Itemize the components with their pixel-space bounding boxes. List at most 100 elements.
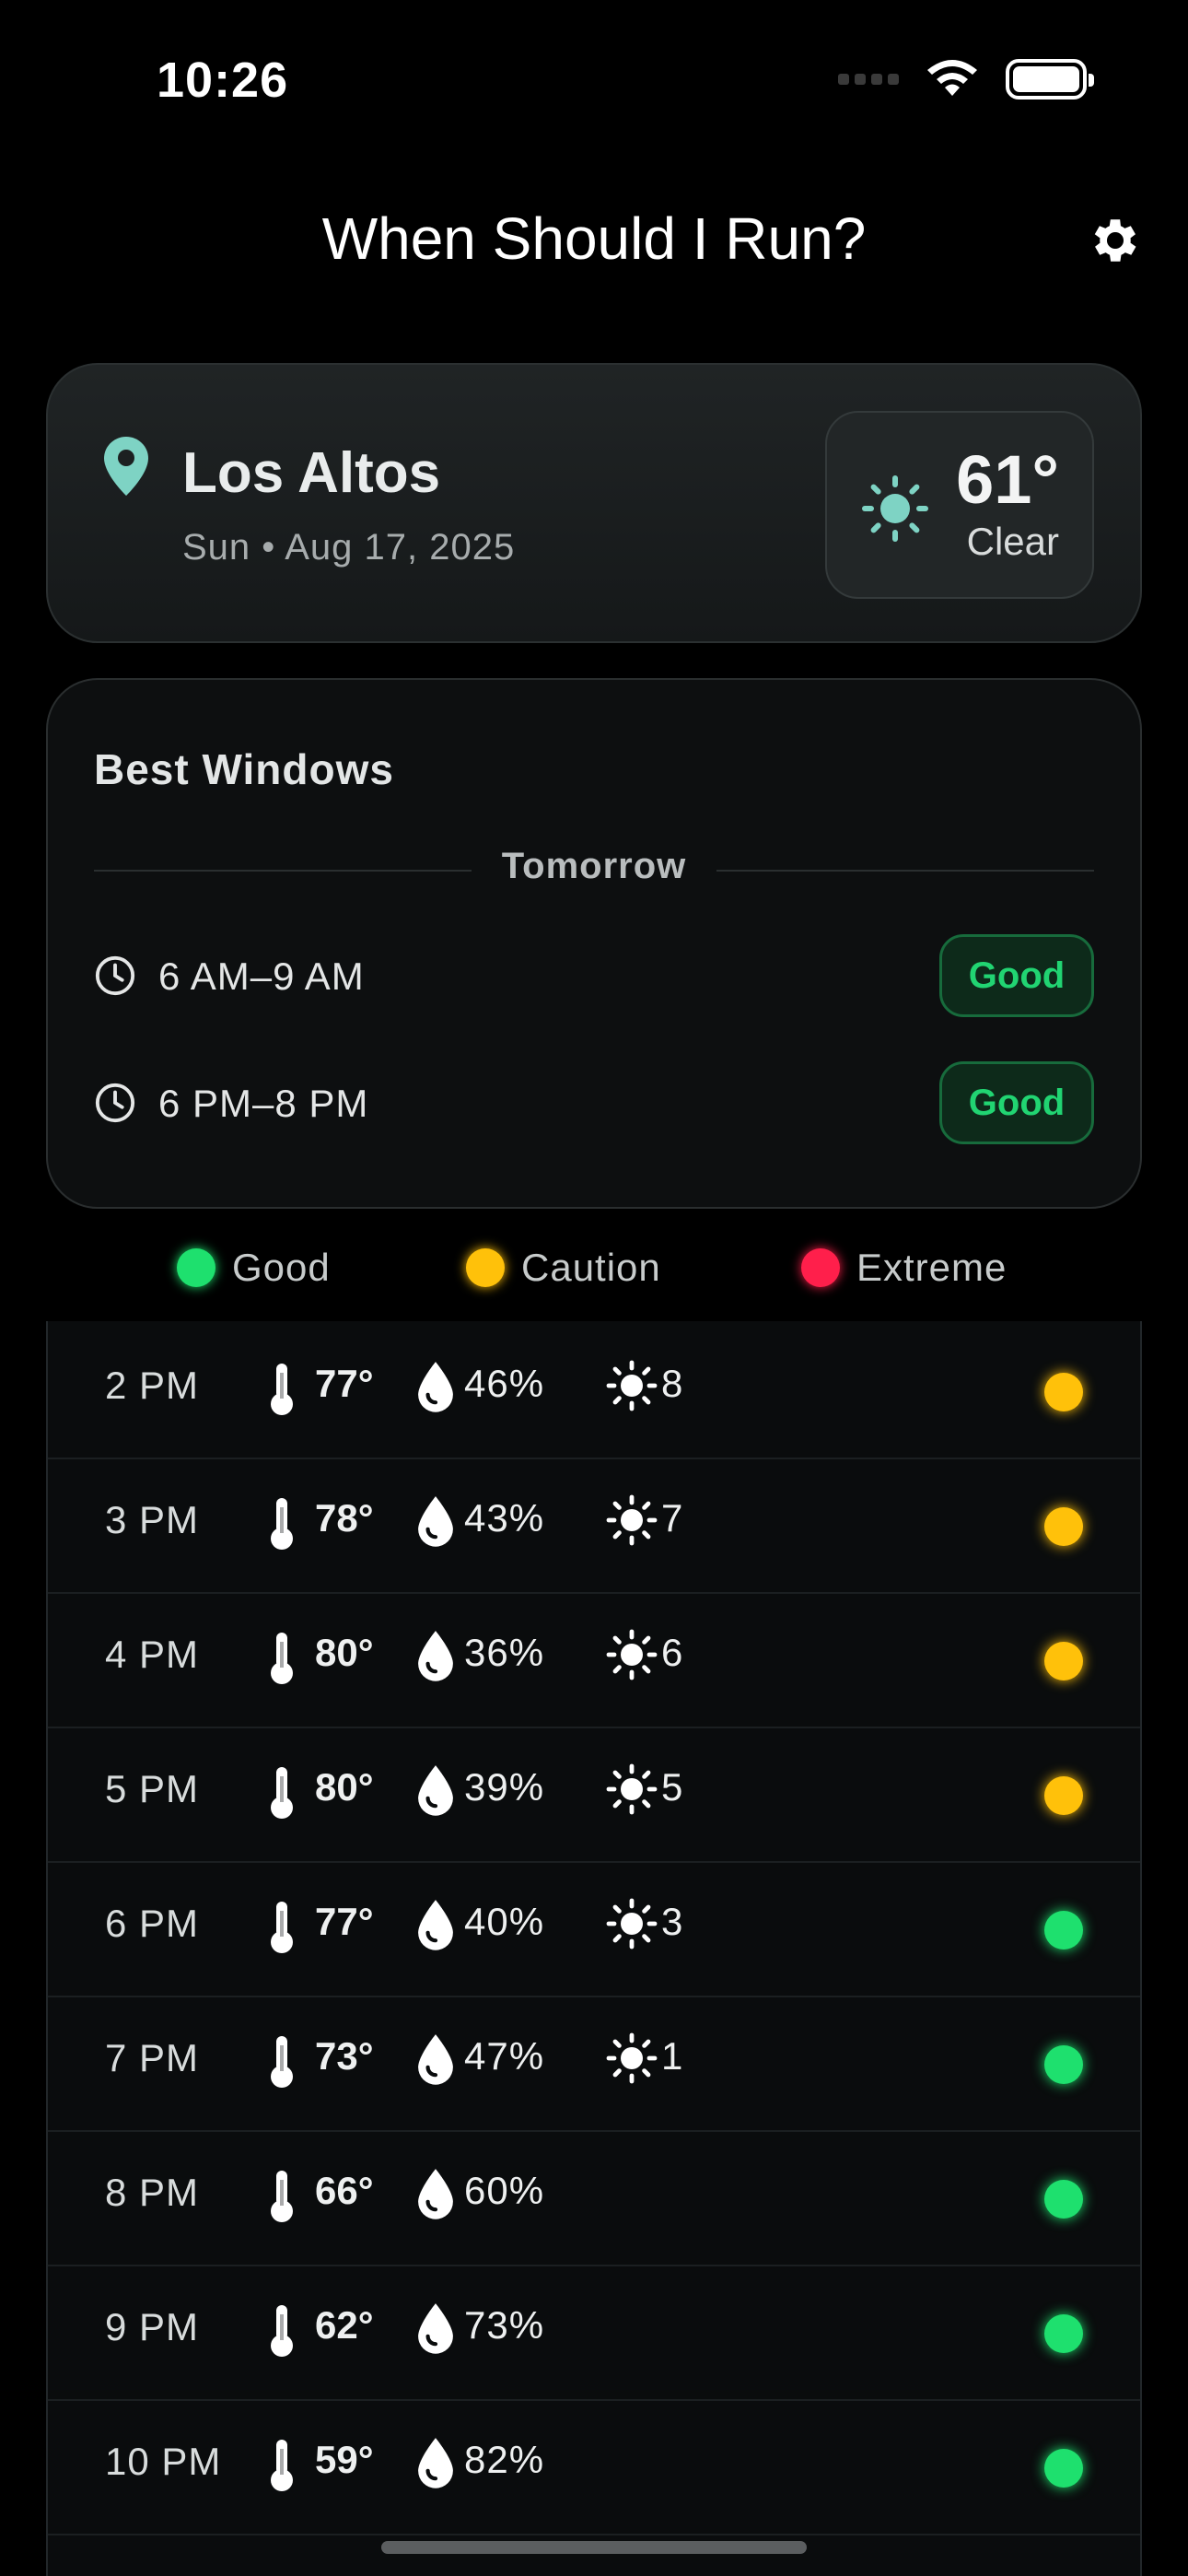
hour-row[interactable]: 3 PM 78° 43% 7 [48, 1459, 1140, 1594]
legend-label: Good [232, 1246, 331, 1289]
day-label: Tomorrow [501, 846, 687, 886]
location-pin-icon [104, 437, 148, 496]
status-dot [1044, 1911, 1083, 1950]
rating-badge: Good [939, 1061, 1094, 1144]
status-dot [1044, 1507, 1083, 1546]
hour-label: 10 PM [105, 2440, 222, 2483]
uv-sun-icon [606, 1629, 658, 1680]
humidity-drop-icon [416, 2301, 455, 2355]
legend: Good Caution Extreme [0, 1246, 1188, 1301]
hour-temperature: 62° [315, 2303, 374, 2347]
thermometer-icon [269, 1362, 295, 1415]
hour-label: 6 PM [105, 1902, 200, 1945]
hour-uv-index: 6 [661, 1631, 683, 1674]
location-name: Los Altos [182, 441, 441, 505]
home-indicator[interactable] [381, 2541, 807, 2554]
sun-icon [862, 475, 928, 542]
location-date: Sun • Aug 17, 2025 [182, 527, 516, 568]
status-icons [838, 59, 1094, 100]
hour-row[interactable]: 4 PM 80° 36% 6 [48, 1594, 1140, 1728]
uv-sun-icon [606, 1360, 658, 1411]
clock-icon [95, 955, 135, 996]
window-row[interactable]: 6 PM–8 PM Good [94, 1061, 1094, 1146]
window-row[interactable]: 6 AM–9 AM Good [94, 934, 1094, 1019]
hour-row[interactable]: 5 PM 80° 39% 5 [48, 1728, 1140, 1863]
status-dot [1044, 1776, 1083, 1815]
location-card[interactable]: Los Altos Sun • Aug 17, 2025 61° Clear [46, 363, 1142, 643]
hour-humidity: 40% [464, 1900, 545, 1943]
hour-temperature: 66° [315, 2169, 374, 2212]
hour-row[interactable]: 9 PM 62° 73% [48, 2266, 1140, 2401]
thermometer-icon [269, 1765, 295, 1819]
status-dot [1044, 1642, 1083, 1680]
status-dot [1044, 2314, 1083, 2353]
hour-humidity: 60% [464, 2169, 545, 2212]
uv-sun-icon [606, 1494, 658, 1546]
thermometer-icon [269, 1631, 295, 1684]
hour-humidity: 82% [464, 2438, 545, 2481]
thermometer-icon [269, 2169, 295, 2222]
hour-row[interactable]: 10 PM 59° 82% [48, 2401, 1140, 2535]
humidity-drop-icon [416, 2167, 455, 2220]
page-title: When Should I Run? [321, 205, 867, 272]
status-dot [1044, 2180, 1083, 2219]
humidity-drop-icon [416, 1763, 455, 1817]
hour-uv-index: 5 [661, 1765, 683, 1809]
status-dot [1044, 2449, 1083, 2488]
hour-humidity: 36% [464, 1631, 545, 1674]
thermometer-icon [269, 1900, 295, 1953]
legend-label: Caution [521, 1246, 661, 1289]
uv-sun-icon [606, 2032, 658, 2084]
hour-row[interactable]: 6 PM 77° 40% 3 [48, 1863, 1140, 1997]
hour-row[interactable]: 7 PM 73° 47% 1 [48, 1997, 1140, 2132]
legend-dot [801, 1248, 840, 1287]
window-time: 6 AM–9 AM [158, 954, 365, 998]
hour-label: 7 PM [105, 2036, 200, 2079]
hour-humidity: 43% [464, 1496, 545, 1540]
legend-dot [466, 1248, 505, 1287]
hour-label: 9 PM [105, 2305, 200, 2348]
legend-item-caution: Caution [466, 1246, 661, 1290]
hour-uv-index: 3 [661, 1900, 683, 1943]
status-dot [1044, 2045, 1083, 2084]
humidity-drop-icon [416, 2436, 455, 2489]
hour-temperature: 78° [315, 1496, 374, 1540]
best-windows-title: Best Windows [94, 745, 394, 793]
hour-row[interactable]: 8 PM 66° 60% [48, 2132, 1140, 2266]
thermometer-icon [269, 1496, 295, 1550]
window-time: 6 PM–8 PM [158, 1082, 369, 1125]
hour-uv-index: 1 [661, 2034, 683, 2078]
hour-temperature: 80° [315, 1765, 374, 1809]
rating-badge: Good [939, 934, 1094, 1017]
gear-icon[interactable] [1087, 212, 1144, 269]
hour-label: 4 PM [105, 1633, 200, 1676]
hour-temperature: 59° [315, 2438, 374, 2481]
humidity-drop-icon [416, 1898, 455, 1951]
legend-item-good: Good [177, 1246, 331, 1290]
best-windows-card: Best Windows Tomorrow 6 AM–9 AM Good 6 P… [46, 678, 1142, 1209]
cellular-signal-icon [838, 74, 899, 85]
wifi-icon [927, 60, 977, 96]
hour-temperature: 77° [315, 1900, 374, 1943]
hour-row[interactable]: 2 PM 77° 46% 8 [48, 1325, 1140, 1459]
legend-label: Extreme [856, 1246, 1007, 1289]
current-condition: Clear [966, 520, 1059, 563]
legend-item-extreme: Extreme [801, 1246, 1007, 1290]
hour-temperature: 80° [315, 1631, 374, 1674]
clock-icon [95, 1083, 135, 1123]
hour-label: 2 PM [105, 1364, 200, 1407]
humidity-drop-icon [416, 1629, 455, 1682]
humidity-drop-icon [416, 1360, 455, 1413]
battery-icon [1006, 59, 1094, 100]
current-temperature: 61° [956, 441, 1059, 518]
hour-label: 5 PM [105, 1767, 200, 1810]
status-time: 10:26 [157, 53, 289, 108]
hour-temperature: 73° [315, 2034, 374, 2078]
hour-humidity: 39% [464, 1765, 545, 1809]
current-weather: 61° Clear [825, 411, 1094, 599]
hour-humidity: 73% [464, 2303, 545, 2347]
day-divider: Tomorrow [94, 842, 1094, 897]
hourly-list[interactable]: 2 PM 77° 46% 8 3 PM 78° 43% 7 4 PM 80° 36% 6 5 PM 80°… [46, 1321, 1142, 2576]
hour-label: 3 PM [105, 1498, 200, 1541]
humidity-drop-icon [416, 2032, 455, 2086]
